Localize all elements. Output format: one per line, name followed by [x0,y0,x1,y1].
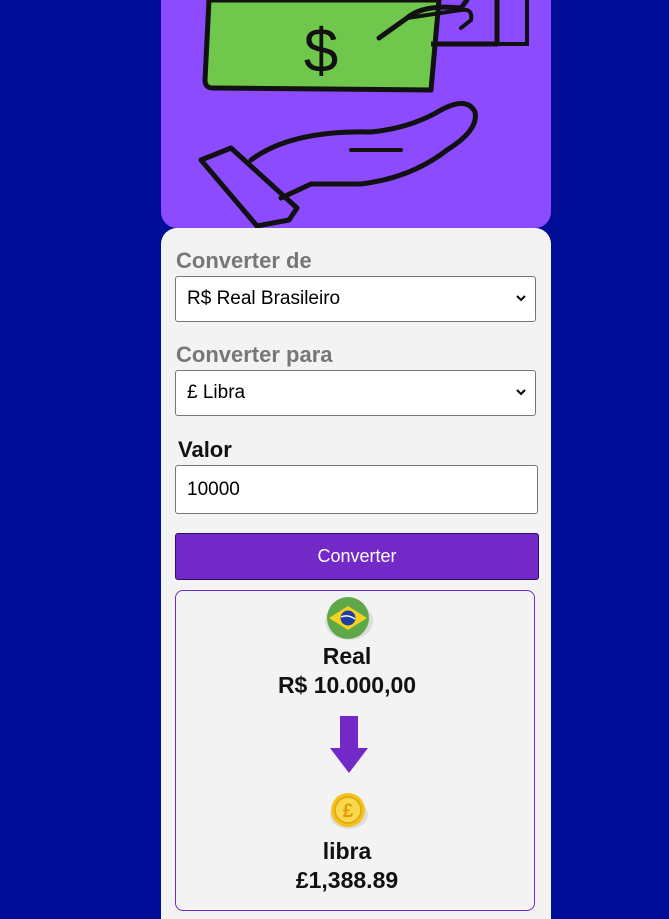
convert-button[interactable]: Converter [175,533,539,580]
from-label: Converter de [176,248,312,273]
page: $ Converter de R$ Real Brasileiro Conver… [0,0,669,919]
from-amount: R$ 10.000,00 [277,672,417,698]
pound-coin-icon: £ [330,793,368,829]
arrow-down-icon [330,716,368,773]
value-input[interactable]: 10000 [175,465,538,514]
chevron-down-icon [516,389,526,396]
brazil-flag-icon [325,597,373,640]
to-currency-name: libra [322,838,372,864]
from-currency-name: Real [322,643,372,669]
to-amount: £1,388.89 [295,867,399,893]
result-box: Real R$ 10.000,00 £ libra £1,388.89 [175,590,535,911]
from-currency-value: R$ Real Brasileiro [187,288,341,309]
converter-card: Converter de R$ Real Brasileiro Converte… [161,228,551,919]
from-currency-select[interactable]: R$ Real Brasileiro [175,276,536,322]
to-currency-select[interactable]: £ Libra [175,370,536,416]
chevron-down-icon [516,295,526,302]
svg-text:$: $ [304,17,338,86]
hero-banner: $ [161,0,551,228]
value-label: Valor [178,437,232,462]
to-label: Converter para [176,342,333,367]
to-currency-value: £ Libra [187,382,246,403]
value-input-text: 10000 [187,478,240,500]
money-hand-illustration: $ [198,0,529,228]
svg-text:£: £ [343,801,354,822]
